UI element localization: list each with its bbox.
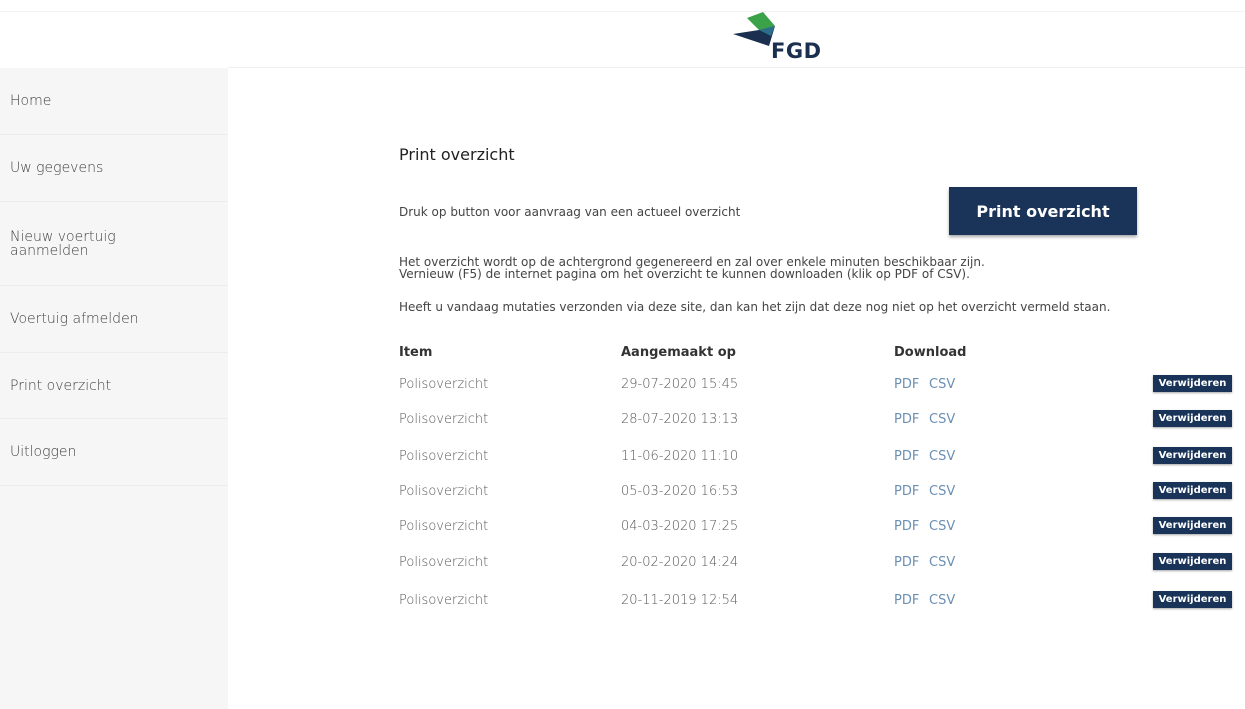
table-row: Polisoverzicht 04-03-2020 17:25 PDF CSV Verw… <box>0 517 1245 537</box>
row-created: 20-11-2019 12:54 <box>621 593 739 608</box>
column-header-item: Item <box>399 345 433 360</box>
column-header-created: Aangemaakt op <box>621 345 736 360</box>
table-row: Polisoverzicht 11-06-2020 11:10 PDF CSV Verw… <box>0 447 1245 467</box>
table-row: Polisoverzicht 29-07-2020 15:45 PDF CSV Verw… <box>0 375 1245 395</box>
csv-link[interactable]: CSV <box>929 593 955 608</box>
delete-button[interactable]: Verwijderen <box>1153 553 1232 570</box>
info-line-3: Heeft u vandaag mutaties verzonden via d… <box>399 300 1111 314</box>
row-item: Polisoverzicht <box>399 412 489 427</box>
pdf-link[interactable]: PDF <box>894 377 919 392</box>
pdf-link[interactable]: PDF <box>894 555 919 570</box>
row-created: 20-02-2020 14:24 <box>621 555 739 570</box>
info-line-2: Vernieuw (F5) de internet pagina om het … <box>399 267 970 281</box>
delete-button[interactable]: Verwijderen <box>1153 447 1232 464</box>
sidebar-item-voertuig-afmelden[interactable]: Voertuig afmelden <box>0 286 228 353</box>
table-row: Polisoverzicht 20-02-2020 14:24 PDF CSV Verw… <box>0 553 1245 573</box>
row-item: Polisoverzicht <box>399 377 489 392</box>
csv-link[interactable]: CSV <box>929 519 955 534</box>
pdf-link[interactable]: PDF <box>894 449 919 464</box>
sidebar-item-uw-gegevens[interactable]: Uw gegevens <box>0 135 228 202</box>
row-item: Polisoverzicht <box>399 449 489 464</box>
table-row: Polisoverzicht 28-07-2020 13:13 PDF CSV Verw… <box>0 410 1245 430</box>
table-row: Polisoverzicht 05-03-2020 16:53 PDF CSV Verw… <box>0 482 1245 502</box>
row-item: Polisoverzicht <box>399 593 489 608</box>
csv-link[interactable]: CSV <box>929 555 955 570</box>
sidebar-item-nieuw-voertuig[interactable]: Nieuw voertuig aanmelden <box>0 202 228 286</box>
row-item: Polisoverzicht <box>399 484 489 499</box>
delete-button[interactable]: Verwijderen <box>1153 375 1232 392</box>
row-created: 28-07-2020 13:13 <box>621 412 739 427</box>
header-divider <box>0 11 1245 12</box>
sidebar-item-label: Voertuig afmelden <box>10 311 139 327</box>
info-text: Het overzicht wordt op de achtergrond ge… <box>399 256 985 280</box>
row-created: 29-07-2020 15:45 <box>621 377 739 392</box>
pdf-link[interactable]: PDF <box>894 412 919 427</box>
row-created: 05-03-2020 16:53 <box>621 484 739 499</box>
delete-button[interactable]: Verwijderen <box>1153 517 1232 534</box>
pdf-link[interactable]: PDF <box>894 593 919 608</box>
delete-button[interactable]: Verwijderen <box>1153 591 1232 608</box>
row-created: 11-06-2020 11:10 <box>621 449 739 464</box>
print-overzicht-button[interactable]: Print overzicht <box>949 187 1137 235</box>
sidebar-item-home[interactable]: Home <box>0 68 228 135</box>
row-item: Polisoverzicht <box>399 519 489 534</box>
page-title: Print overzicht <box>399 145 515 164</box>
sidebar-item-label-line1: Nieuw voertuig <box>10 228 116 245</box>
intro-text: Druk op button voor aanvraag van een act… <box>399 205 741 219</box>
table-row: Polisoverzicht 20-11-2019 12:54 PDF CSV Verw… <box>0 591 1245 611</box>
column-header-download: Download <box>894 345 967 360</box>
row-created: 04-03-2020 17:25 <box>621 519 739 534</box>
csv-link[interactable]: CSV <box>929 377 955 392</box>
pdf-link[interactable]: PDF <box>894 484 919 499</box>
sidebar-item-label: Uw gegevens <box>10 160 104 176</box>
pdf-link[interactable]: PDF <box>894 519 919 534</box>
csv-link[interactable]: CSV <box>929 484 955 499</box>
sidebar-item-label: Home <box>10 93 52 109</box>
sidebar-item-label-line2: aanmelden <box>10 242 89 259</box>
delete-button[interactable]: Verwijderen <box>1153 410 1232 427</box>
delete-button[interactable]: Verwijderen <box>1153 482 1232 499</box>
row-item: Polisoverzicht <box>399 555 489 570</box>
logo-text: FGD <box>771 39 822 63</box>
csv-link[interactable]: CSV <box>929 449 955 464</box>
csv-link[interactable]: CSV <box>929 412 955 427</box>
